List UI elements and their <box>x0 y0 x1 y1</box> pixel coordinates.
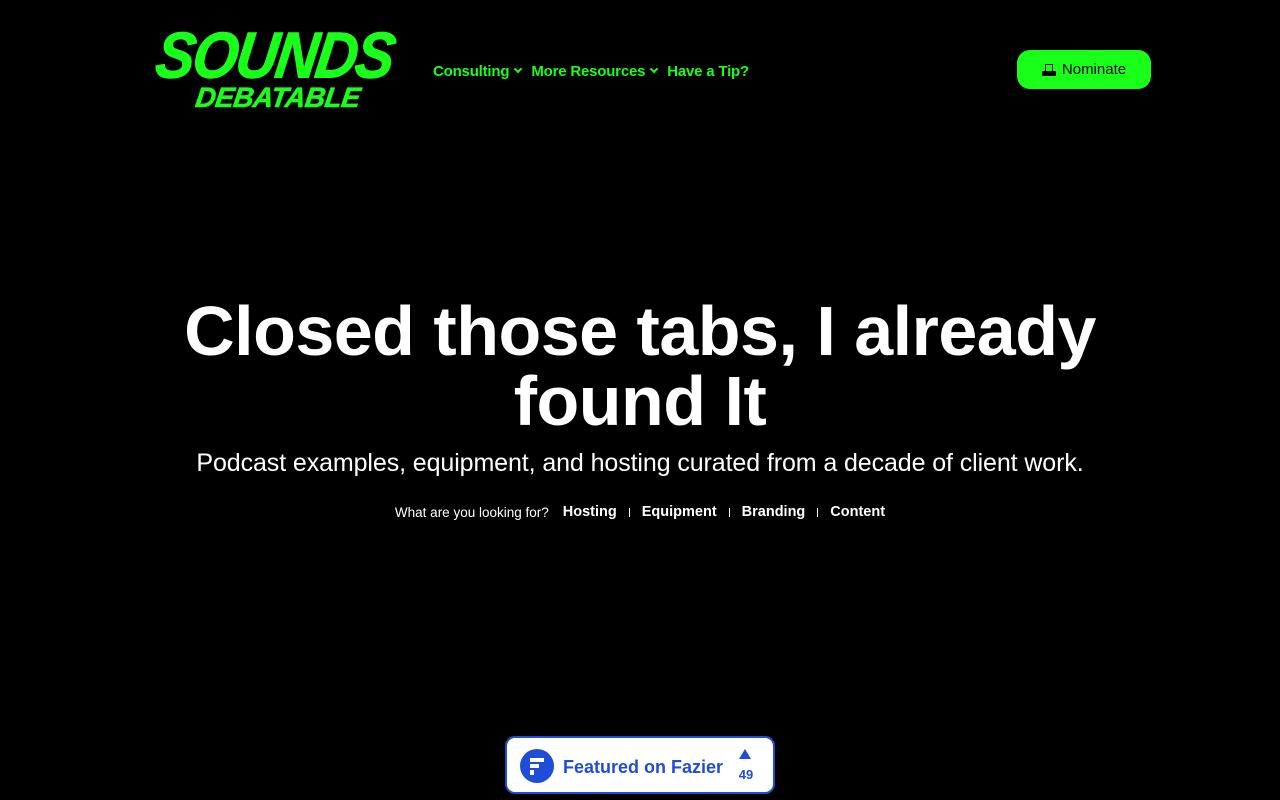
site-logo[interactable]: SOUNDS DEBATABLE <box>151 19 398 118</box>
quick-link-content[interactable]: Content <box>830 504 885 520</box>
ballot-box-icon <box>1041 63 1056 76</box>
divider <box>817 507 819 517</box>
divider <box>628 507 630 517</box>
nominate-label: Nominate <box>1061 61 1127 78</box>
upvote-count: 49 <box>738 767 754 782</box>
site-header: SOUNDS DEBATABLE Consulting More Resourc… <box>0 0 1280 140</box>
main-nav: Consulting More Resources Have a Tip? <box>433 60 749 82</box>
upvote-arrow-icon <box>739 749 751 759</box>
nav-item-label: Have a Tip? <box>667 62 749 80</box>
logo-wordmark-bottom: DEBATABLE <box>193 82 363 114</box>
fazier-featured-badge[interactable]: Featured on Fazier 49 <box>505 736 775 794</box>
nav-item-label: More Resources <box>531 62 646 80</box>
chevron-down-icon <box>514 64 523 74</box>
quick-links: What are you looking for? Hosting Equipm… <box>0 504 1280 520</box>
hero-title: Closed those tabs, I already found It <box>184 292 1096 440</box>
nav-item-consulting[interactable]: Consulting <box>433 62 523 80</box>
divider <box>728 507 730 517</box>
nav-item-label: Consulting <box>433 62 510 80</box>
fazier-badge-text: Featured on Fazier <box>563 757 724 777</box>
quick-links-prompt: What are you looking for? <box>394 504 549 520</box>
nav-item-have-a-tip[interactable]: Have a Tip? <box>667 63 749 80</box>
quick-link-hosting[interactable]: Hosting <box>563 504 617 520</box>
quick-link-branding[interactable]: Branding <box>742 504 806 520</box>
nominate-button[interactable]: Nominate <box>1017 50 1151 89</box>
quick-link-equipment[interactable]: Equipment <box>642 504 717 520</box>
nav-item-more-resources[interactable]: More Resources <box>531 62 659 80</box>
fazier-logo-icon <box>520 749 554 783</box>
chevron-down-icon <box>650 64 659 74</box>
hero-subtitle: Podcast examples, equipment, and hosting… <box>196 449 1084 477</box>
